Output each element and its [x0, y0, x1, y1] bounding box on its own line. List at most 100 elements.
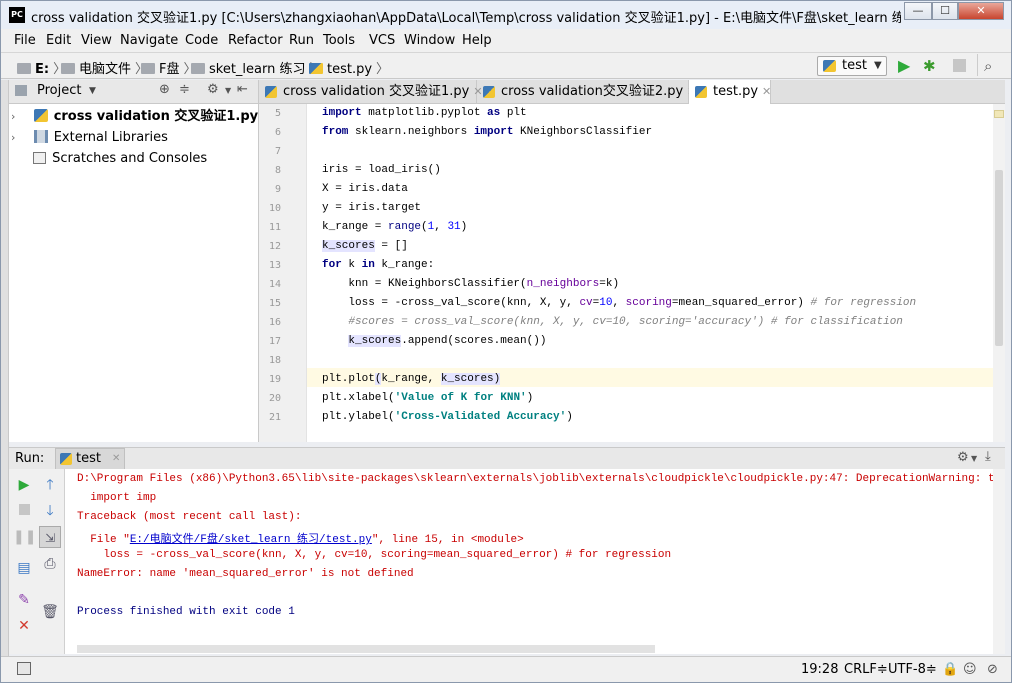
code-line: plt.xlabel('Value of K for KNN') — [322, 392, 534, 404]
ide-window: PC cross validation 交叉验证1.py [C:\Users\z… — [0, 0, 1012, 683]
breadcrumb-folder-3[interactable]: sket_learn 练习〉 — [191, 58, 323, 77]
line-number: 14 — [268, 279, 281, 290]
menu-file[interactable]: File — [14, 33, 36, 48]
restore-layout-icon[interactable]: ▤ — [13, 557, 35, 579]
pin-icon[interactable]: ✎ — [13, 589, 35, 611]
run-panel-label: Run: — [15, 451, 45, 466]
project-panel-title[interactable]: Project — [37, 83, 81, 98]
collapse-icon[interactable]: ≑ — [179, 82, 190, 97]
run-configuration-select[interactable]: test ▼ — [817, 56, 887, 76]
breadcrumb-folder-1[interactable]: 电脑文件〉 — [61, 58, 148, 77]
print-icon[interactable]: ⎙ — [39, 553, 61, 575]
line-number: 18 — [268, 355, 281, 366]
line-number: 19 — [268, 374, 281, 385]
close-icon[interactable]: ✕ — [112, 453, 120, 464]
code-line: import matplotlib.pyplot as plt — [322, 107, 527, 119]
maximize-button[interactable]: ☐ — [932, 2, 958, 20]
code-line: from sklearn.neighbors import KNeighbors… — [322, 126, 653, 138]
tree-item-external-libraries[interactable]: › External Libraries — [11, 128, 168, 148]
search-icon[interactable]: ⌕ — [984, 56, 1004, 76]
title-bar: PC cross validation 交叉验证1.py [C:\Users\z… — [1, 1, 1011, 29]
close-icon[interactable]: ✕ — [13, 615, 35, 637]
tree-item-label: cross validation 交叉验证1.py — [53, 109, 259, 124]
console-output[interactable]: D:\Program Files (x86)\Python3.65\lib\si… — [65, 469, 993, 654]
hide-panel-icon[interactable]: ⤓ — [985, 449, 991, 464]
stop-icon[interactable] — [13, 500, 35, 522]
console-line: loss = -cross_val_score(knn, X, y, cv=10… — [77, 549, 672, 561]
close-icon[interactable]: ✕ — [762, 85, 771, 98]
soft-wrap-icon[interactable]: ⇲ — [39, 526, 61, 548]
trash-icon[interactable]: 🗑 — [39, 601, 61, 623]
horizontal-scrollbar[interactable] — [77, 645, 655, 653]
breadcrumb-file[interactable]: test.py 〉 — [309, 58, 389, 77]
code-line: for k in k_range: — [322, 259, 435, 271]
chevron-down-icon[interactable]: ▼ — [225, 86, 231, 95]
menu-bar: File Edit View Navigate Code Refactor Ru… — [1, 29, 1011, 53]
target-icon[interactable]: ⊕ — [159, 82, 170, 97]
toolbar-divider — [977, 54, 978, 76]
minimize-button[interactable]: — — [904, 2, 932, 20]
rerun-icon[interactable]: ▶ — [13, 474, 35, 496]
tool-windows-icon[interactable] — [17, 662, 31, 675]
tab-cross-validation-1[interactable]: cross validation 交叉验证1.py ✕ — [259, 80, 483, 104]
file-link[interactable]: E:/电脑文件/F盘/sket_learn 练习/test.py — [130, 534, 372, 546]
breadcrumb-drive[interactable]: E: 〉 — [17, 58, 66, 77]
menu-edit[interactable]: Edit — [46, 33, 71, 48]
library-icon — [33, 130, 48, 143]
console-scrollbar[interactable] — [993, 469, 1005, 654]
menu-refactor[interactable]: Refactor — [228, 33, 283, 48]
close-button[interactable]: ✕ — [958, 2, 1004, 20]
window-title: cross validation 交叉验证1.py [C:\Users\zhan… — [31, 11, 901, 26]
menu-vcs[interactable]: VCS — [369, 33, 395, 48]
project-tree: › cross validation 交叉验证1.py › External L… — [9, 104, 258, 442]
debug-icon[interactable]: ✱ — [923, 56, 943, 76]
code-line: k_scores.append(scores.mean()) — [348, 335, 547, 347]
tab-cross-validation-2[interactable]: cross validation交叉验证2.py✕ — [477, 80, 696, 104]
line-number: 10 — [268, 203, 281, 214]
editor-gutter: 5 6 7 8 9 10 11 12 13 14 15 16 17 18 19 … — [259, 104, 321, 442]
menu-window[interactable]: Window — [404, 33, 455, 48]
line-number: 7 — [274, 146, 281, 157]
menu-view[interactable]: View — [81, 33, 112, 48]
menu-navigate[interactable]: Navigate — [120, 33, 178, 48]
code-line: knn = KNeighborsClassifier(n_neighbors=k… — [322, 278, 620, 290]
menu-tools[interactable]: Tools — [323, 33, 355, 48]
caret-position[interactable]: 19:28 — [801, 662, 838, 677]
lock-icon[interactable]: 🔒 — [942, 662, 958, 677]
pause-icon[interactable]: ❚❚ — [13, 526, 36, 548]
tree-item-file[interactable]: › cross validation 交叉验证1.py — [11, 107, 258, 127]
file-encoding[interactable]: UTF-8≑ — [888, 662, 937, 677]
tab-test-py[interactable]: test.py ✕ — [689, 80, 771, 104]
inspector-icon[interactable]: ☺ — [963, 662, 977, 677]
scrollbar-thumb[interactable] — [995, 170, 1003, 346]
arrow-down-icon[interactable]: 🡓 — [39, 500, 61, 522]
menu-code[interactable]: Code — [185, 33, 218, 48]
stop-icon[interactable] — [953, 59, 966, 72]
hide-panel-icon[interactable]: ⇤ — [237, 82, 248, 97]
event-log-icon[interactable]: ⊘ — [987, 662, 998, 677]
chevron-down-icon[interactable]: ▼ — [89, 86, 96, 96]
menu-help[interactable]: Help — [462, 33, 492, 48]
inspection-status-icon[interactable] — [994, 110, 1004, 118]
breadcrumb-folder-2[interactable]: F盘〉 — [141, 58, 197, 77]
pycharm-logo-icon: PC — [9, 7, 25, 23]
gear-icon[interactable]: ⚙ — [207, 82, 219, 97]
menu-run[interactable]: Run — [289, 33, 314, 48]
console-line: File "E:/电脑文件/F盘/sket_learn 练习/test.py",… — [77, 534, 524, 546]
run-icon[interactable]: ▶ — [898, 56, 916, 76]
line-separator[interactable]: CRLF≑ — [844, 662, 888, 677]
python-file-icon — [33, 109, 48, 122]
python-file-icon — [695, 86, 707, 98]
tree-item-scratches[interactable]: Scratches and Consoles — [33, 149, 207, 169]
arrow-up-icon[interactable]: 🡑 — [39, 474, 61, 496]
scratches-icon — [33, 152, 46, 164]
chevron-down-icon[interactable]: ▼ — [971, 454, 977, 463]
run-config-label: test — [842, 58, 867, 73]
run-tab[interactable]: test ✕ — [55, 448, 125, 470]
tree-item-label: External Libraries — [53, 130, 168, 145]
run-tab-label: test — [76, 451, 101, 466]
editor-scrollbar[interactable] — [993, 104, 1005, 442]
code-editor[interactable]: import matplotlib.pyplot as plt from skl… — [307, 104, 993, 442]
gear-icon[interactable]: ⚙ — [957, 450, 969, 465]
chevron-right-icon: › — [11, 110, 16, 123]
